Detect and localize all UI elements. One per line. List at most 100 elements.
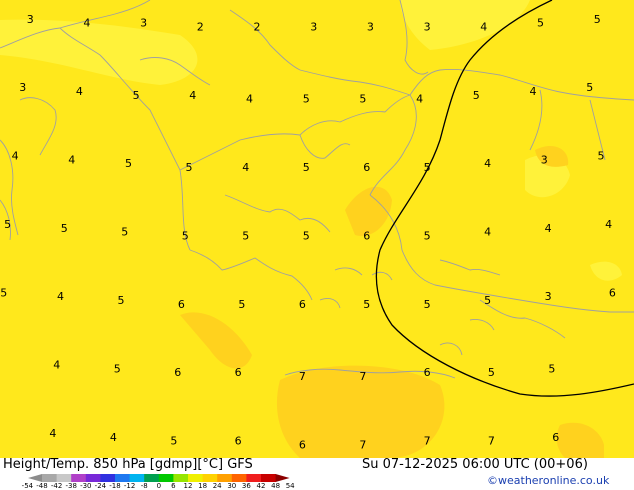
scale-swatch xyxy=(261,474,276,482)
temperature-label: 5 xyxy=(548,362,555,375)
temperature-label: 5 xyxy=(61,222,68,235)
temperature-label: 5 xyxy=(125,157,132,170)
temperature-label: 5 xyxy=(118,294,125,307)
temperature-label: 5 xyxy=(238,298,245,311)
temperature-label: 4 xyxy=(12,150,19,163)
scale-tick-label: -48 xyxy=(36,482,48,490)
temperature-label: 2 xyxy=(254,20,261,33)
credit-link[interactable]: ©weatheronline.co.uk xyxy=(487,474,609,487)
temperature-label: 5 xyxy=(424,161,431,174)
temperature-label: 5 xyxy=(114,362,121,375)
scale-arrow-left xyxy=(28,474,42,482)
scale-tick-label: 42 xyxy=(256,482,266,490)
temperature-label: 4 xyxy=(605,218,612,231)
scale-swatch xyxy=(202,474,218,482)
scale-swatch xyxy=(158,474,174,482)
scale-tick-label: -18 xyxy=(109,482,121,490)
temperature-label: 3 xyxy=(545,290,552,303)
temperature-label: 4 xyxy=(242,161,249,174)
scale-tick-label: 48 xyxy=(271,482,281,490)
temperature-label: 6 xyxy=(424,366,431,379)
temperature-label: 3 xyxy=(367,20,374,33)
temperature-label: 4 xyxy=(545,222,552,235)
temperature-label: 4 xyxy=(530,85,537,98)
scale-tick-label: -12 xyxy=(123,482,136,490)
map-title: Height/Temp. 850 hPa [gdmp][°C] GFS xyxy=(3,457,253,472)
temperature-label: 4 xyxy=(53,359,60,372)
temperature-label: 4 xyxy=(83,17,90,30)
temperature-label: 7 xyxy=(424,435,431,448)
scale-swatch xyxy=(115,474,130,482)
scale-swatch xyxy=(144,474,160,482)
temperature-label: 6 xyxy=(178,298,185,311)
temperature-label: 5 xyxy=(359,93,366,106)
temperature-label: 5 xyxy=(484,294,491,307)
temperature-label: 3 xyxy=(310,20,317,33)
scale-tick-label: -42 xyxy=(50,482,63,490)
temperature-label: 6 xyxy=(363,161,370,174)
temperature-label: 2 xyxy=(197,20,204,33)
temperature-label: 5 xyxy=(303,93,310,106)
temperature-label: 4 xyxy=(110,431,117,444)
temperature-label: 6 xyxy=(363,229,370,242)
scale-swatch xyxy=(56,474,72,482)
scale-tick-label: -38 xyxy=(65,482,77,490)
temperature-label: 6 xyxy=(552,431,559,444)
temperature-label: 6 xyxy=(299,298,306,311)
temperature-label: 6 xyxy=(299,438,306,451)
temperature-label: 7 xyxy=(488,435,495,448)
scale-swatch xyxy=(188,474,203,482)
weather-map: 3 4 3 2 2 3 3 3 4 5 5 3 4 5 4 4 5 5 4 5 4 5 4 4 5 5 4 5 6 5 4 3 5 5 5 5 5 5 5 6… xyxy=(0,0,634,458)
temperature-label: 5 xyxy=(121,226,128,239)
temperature-label: 5 xyxy=(424,298,431,311)
temperature-label: 4 xyxy=(189,89,196,102)
scale-tick-label: -8 xyxy=(140,482,148,490)
scale-tick-label: -30 xyxy=(80,482,92,490)
temperature-label: 4 xyxy=(68,153,75,166)
scale-tick-label: -54 xyxy=(21,482,34,490)
temperature-label: 5 xyxy=(303,161,310,174)
scale-tick-label: 12 xyxy=(183,482,193,490)
temperature-label: 6 xyxy=(235,366,242,379)
temperature-label: 5 xyxy=(303,229,310,242)
scale-swatch xyxy=(85,474,101,482)
scale-arrow-right xyxy=(275,474,290,482)
temperature-label: 7 xyxy=(299,370,306,383)
scale-swatch xyxy=(173,474,189,482)
temperature-label: 5 xyxy=(242,229,249,242)
scale-swatch xyxy=(246,474,262,482)
scale-tick-label: 30 xyxy=(227,482,237,490)
scale-tick-label: 6 xyxy=(171,482,176,490)
temperature-label: 5 xyxy=(182,229,189,242)
scale-tick-label: 54 xyxy=(285,482,295,490)
scale-swatch xyxy=(100,474,116,482)
temperature-label: 3 xyxy=(19,81,26,94)
scale-swatch xyxy=(42,474,57,482)
temperature-label: 5 xyxy=(363,298,370,311)
temperature-label: 4 xyxy=(76,85,83,98)
temperature-label: 5 xyxy=(0,286,7,299)
temperature-label: 5 xyxy=(598,150,605,163)
temperature-label: 5 xyxy=(4,218,11,231)
temperature-label: 5 xyxy=(170,435,177,448)
temperature-label: 7 xyxy=(359,370,366,383)
temperature-label: 4 xyxy=(484,226,491,239)
scale-swatch xyxy=(71,474,87,482)
scale-swatch xyxy=(129,474,145,482)
temperature-label: 4 xyxy=(246,93,253,106)
scale-tick-label: 24 xyxy=(212,482,222,490)
map-datetime: Su 07-12-2025 06:00 UTC (00+06) xyxy=(362,457,588,472)
temperature-label: 3 xyxy=(140,17,147,30)
temperature-label: 5 xyxy=(537,17,544,30)
temperature-label: 4 xyxy=(484,157,491,170)
temperature-label: 5 xyxy=(488,366,495,379)
scale-tick-label: -24 xyxy=(94,482,107,490)
temperature-label: 7 xyxy=(359,438,366,451)
temperature-label: 3 xyxy=(541,153,548,166)
scale-tick-label: 18 xyxy=(198,482,208,490)
scale-swatch xyxy=(231,474,247,482)
temperature-label: 5 xyxy=(473,89,480,102)
temperature-label: 5 xyxy=(424,229,431,242)
temperature-label: 4 xyxy=(49,427,56,440)
temperature-label: 5 xyxy=(133,89,140,102)
